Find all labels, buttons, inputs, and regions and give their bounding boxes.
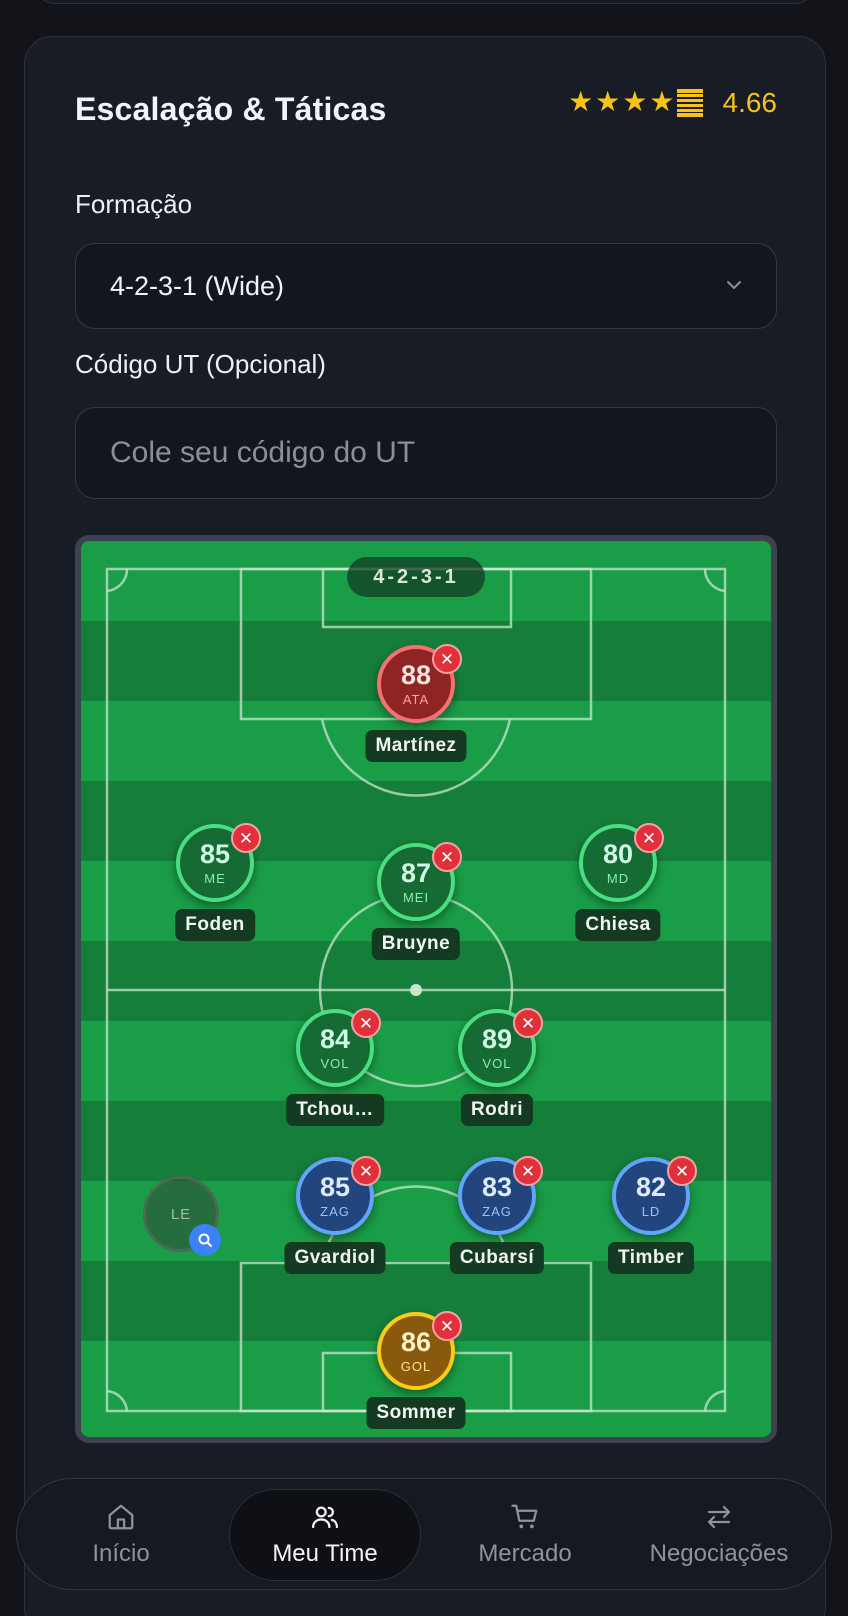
previous-card-edge [32,0,818,4]
formation-badge: 4-2-3-1 [347,557,485,597]
remove-player-button[interactable]: ✕ [432,842,462,872]
rating-stars: ★ ★ ★ ★ [568,86,703,118]
remove-player-button[interactable]: ✕ [432,644,462,674]
swap-icon [707,1505,731,1529]
pitch: 4-2-3-1 88 ATA ✕ Martínez 85 ME ✕ Foden … [75,535,777,1443]
player-slot-ld[interactable]: 82 LD ✕ Timber [607,1156,697,1274]
ut-code-input[interactable] [75,407,777,499]
star-icon: ★ [649,86,675,117]
nav-item-inicio[interactable]: Início [57,1479,185,1591]
player-name: Gvardiol [284,1242,386,1274]
nav-item-meu-time[interactable]: Meu Time [229,1479,421,1591]
remove-player-button[interactable]: ✕ [351,1008,381,1038]
home-icon [108,1504,134,1530]
player-slot-gol[interactable]: 86 GOL ✕ Sommer [366,1311,466,1429]
player-slot-mei[interactable]: 87 MEI ✕ Bruyne [371,842,462,960]
player-slot-ata[interactable]: 88 ATA ✕ Martínez [365,644,467,762]
remove-player-button[interactable]: ✕ [513,1156,543,1186]
player-slot-vol-right[interactable]: 89 VOL ✕ Rodri [458,1008,543,1126]
player-name: Foden [175,909,255,941]
remove-player-button[interactable]: ✕ [513,1008,543,1038]
player-name: Chiesa [575,909,661,941]
remove-player-button[interactable]: ✕ [432,1311,462,1341]
player-slot-me[interactable]: 85 ME ✕ Foden [175,823,261,941]
cart-icon [511,1504,538,1529]
remove-player-button[interactable]: ✕ [351,1156,381,1186]
player-slot-le-empty[interactable]: LE [143,1176,221,1256]
player-name: Sommer [366,1397,466,1429]
player-name: Tchou… [286,1094,384,1126]
player-slot-vol-left[interactable]: 84 VOL ✕ Tchou… [286,1008,384,1126]
player-name: Cubarsí [449,1242,545,1274]
player-name: Martínez [365,730,467,762]
player-name: Timber [607,1242,695,1274]
formation-selected-value: 4-2-3-1 (Wide) [110,271,285,301]
star-icon: ★ [568,86,594,117]
nav-item-mercado[interactable]: Mercado [445,1479,605,1591]
star-icon: ★ [622,86,648,117]
player-slot-zag-left[interactable]: 85 ZAG ✕ Gvardiol [284,1156,386,1274]
rating-value: 4.66 [722,87,778,118]
remove-player-button[interactable]: ✕ [667,1156,697,1186]
player-name: Rodri [460,1094,534,1126]
player-name: Bruyne [371,928,461,960]
bottom-navigation: Início Meu Time Mercado Negociações [16,1478,832,1590]
search-icon[interactable] [189,1224,221,1256]
chevron-down-icon [727,281,741,289]
player-slot-zag-right[interactable]: 83 ZAG ✕ Cubarsí [449,1156,545,1274]
star-icon: ★ [595,86,621,117]
remove-player-button[interactable]: ✕ [231,823,261,853]
nav-item-negociacoes[interactable]: Negociações [629,1479,809,1591]
formation-label: Formação [75,189,193,219]
partial-star-icon [676,88,703,118]
team-rating: ★ ★ ★ ★ 4.66 [568,87,777,119]
users-icon [312,1506,338,1529]
ut-code-label: Código UT (Opcional) [75,349,326,379]
section-title: Escalação & Táticas [75,91,387,127]
formation-select[interactable]: 4-2-3-1 (Wide) [75,243,777,329]
lineup-tactics-card: Escalação & Táticas ★ ★ ★ ★ 4.66 Formaçã… [24,36,826,1616]
remove-player-button[interactable]: ✕ [634,823,664,853]
player-slot-md[interactable]: 80 MD ✕ Chiesa [575,823,664,941]
